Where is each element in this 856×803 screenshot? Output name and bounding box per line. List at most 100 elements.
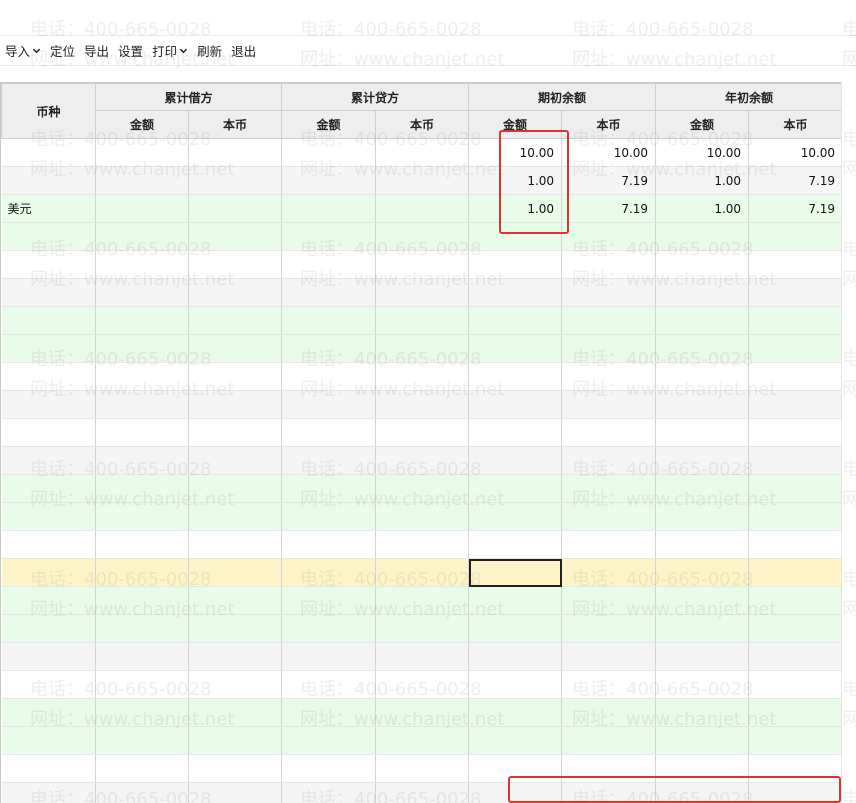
value-cell[interactable] xyxy=(95,642,189,671)
value-cell[interactable] xyxy=(561,530,657,559)
value-cell[interactable] xyxy=(281,222,377,251)
value-cell[interactable] xyxy=(561,782,657,803)
currency-cell[interactable] xyxy=(1,446,96,475)
value-cell[interactable] xyxy=(748,586,841,615)
currency-cell[interactable] xyxy=(1,614,96,643)
value-cell[interactable] xyxy=(468,782,563,803)
value-cell[interactable] xyxy=(375,698,470,727)
value-cell[interactable] xyxy=(95,670,189,699)
value-cell[interactable] xyxy=(188,670,283,699)
currency-cell[interactable] xyxy=(1,754,96,783)
value-cell[interactable] xyxy=(95,334,189,363)
value-cell[interactable] xyxy=(655,250,750,279)
currency-cell[interactable] xyxy=(1,334,96,363)
value-cell[interactable] xyxy=(281,194,377,223)
header-group-debit[interactable]: 累计借方 xyxy=(94,83,283,111)
value-cell[interactable] xyxy=(468,334,563,363)
value-cell[interactable] xyxy=(188,474,283,503)
value-cell[interactable] xyxy=(281,474,377,503)
value-cell[interactable] xyxy=(281,586,377,615)
subheader-amount[interactable]: 金额 xyxy=(468,110,563,139)
currency-cell[interactable] xyxy=(1,166,96,195)
value-cell[interactable] xyxy=(95,222,189,251)
value-cell[interactable] xyxy=(188,334,283,363)
value-cell[interactable] xyxy=(95,474,189,503)
value-cell[interactable] xyxy=(468,446,563,475)
value-cell[interactable] xyxy=(95,726,189,755)
value-cell[interactable] xyxy=(748,474,841,503)
value-cell[interactable] xyxy=(561,754,657,783)
value-cell[interactable] xyxy=(561,558,657,587)
value-cell[interactable] xyxy=(655,278,750,307)
value-cell[interactable] xyxy=(468,418,563,447)
value-cell[interactable] xyxy=(281,642,377,671)
value-cell[interactable] xyxy=(281,558,377,587)
value-cell[interactable] xyxy=(95,390,189,419)
value-cell[interactable] xyxy=(375,502,470,531)
value-cell[interactable] xyxy=(188,390,283,419)
currency-cell[interactable] xyxy=(1,502,96,531)
value-cell[interactable] xyxy=(95,166,189,195)
value-cell[interactable] xyxy=(748,418,841,447)
value-cell[interactable] xyxy=(375,222,470,251)
value-cell[interactable] xyxy=(188,166,283,195)
currency-cell[interactable] xyxy=(1,698,96,727)
value-cell[interactable] xyxy=(95,754,189,783)
value-cell[interactable] xyxy=(281,446,377,475)
value-cell[interactable] xyxy=(95,418,189,447)
value-cell[interactable] xyxy=(561,642,657,671)
value-cell[interactable] xyxy=(561,614,657,643)
value-cell[interactable] xyxy=(561,698,657,727)
value-cell[interactable] xyxy=(748,782,841,803)
value-cell[interactable] xyxy=(748,334,841,363)
value-cell[interactable] xyxy=(188,754,283,783)
value-cell[interactable] xyxy=(375,362,470,391)
value-cell[interactable] xyxy=(375,250,470,279)
locate-button[interactable]: 定位 xyxy=(47,39,81,63)
value-cell[interactable] xyxy=(281,614,377,643)
value-cell[interactable] xyxy=(468,502,563,531)
value-cell[interactable] xyxy=(468,642,563,671)
value-cell[interactable]: 1.00 xyxy=(468,194,563,223)
value-cell[interactable] xyxy=(468,754,563,783)
value-cell[interactable] xyxy=(468,250,563,279)
value-cell[interactable] xyxy=(468,390,563,419)
value-cell[interactable] xyxy=(188,558,283,587)
value-cell[interactable] xyxy=(561,502,657,531)
value-cell[interactable] xyxy=(188,446,283,475)
value-cell[interactable] xyxy=(375,726,470,755)
value-cell[interactable] xyxy=(375,306,470,335)
value-cell[interactable] xyxy=(188,530,283,559)
value-cell[interactable] xyxy=(281,502,377,531)
value-cell[interactable] xyxy=(375,138,470,167)
value-cell[interactable] xyxy=(468,306,563,335)
value-cell[interactable] xyxy=(655,782,750,803)
currency-cell[interactable] xyxy=(1,306,96,335)
value-cell[interactable] xyxy=(468,530,563,559)
value-cell[interactable] xyxy=(95,194,189,223)
value-cell[interactable] xyxy=(281,530,377,559)
value-cell[interactable] xyxy=(561,670,657,699)
value-cell[interactable] xyxy=(748,278,841,307)
value-cell[interactable] xyxy=(468,586,563,615)
value-cell[interactable] xyxy=(468,670,563,699)
value-cell[interactable] xyxy=(95,698,189,727)
value-cell[interactable] xyxy=(748,754,841,783)
value-cell[interactable] xyxy=(375,670,470,699)
currency-cell[interactable] xyxy=(1,390,96,419)
value-cell[interactable] xyxy=(375,754,470,783)
value-cell[interactable] xyxy=(655,614,750,643)
value-cell[interactable] xyxy=(375,418,470,447)
value-cell[interactable] xyxy=(188,418,283,447)
value-cell[interactable] xyxy=(655,446,750,475)
value-cell[interactable] xyxy=(188,250,283,279)
value-cell[interactable] xyxy=(655,586,750,615)
value-cell[interactable] xyxy=(375,530,470,559)
value-cell[interactable] xyxy=(468,222,563,251)
value-cell[interactable] xyxy=(188,222,283,251)
currency-cell[interactable] xyxy=(1,222,96,251)
value-cell[interactable] xyxy=(95,782,189,803)
value-cell[interactable] xyxy=(655,642,750,671)
subheader-local-currency[interactable]: 本币 xyxy=(748,110,841,139)
value-cell[interactable] xyxy=(281,754,377,783)
